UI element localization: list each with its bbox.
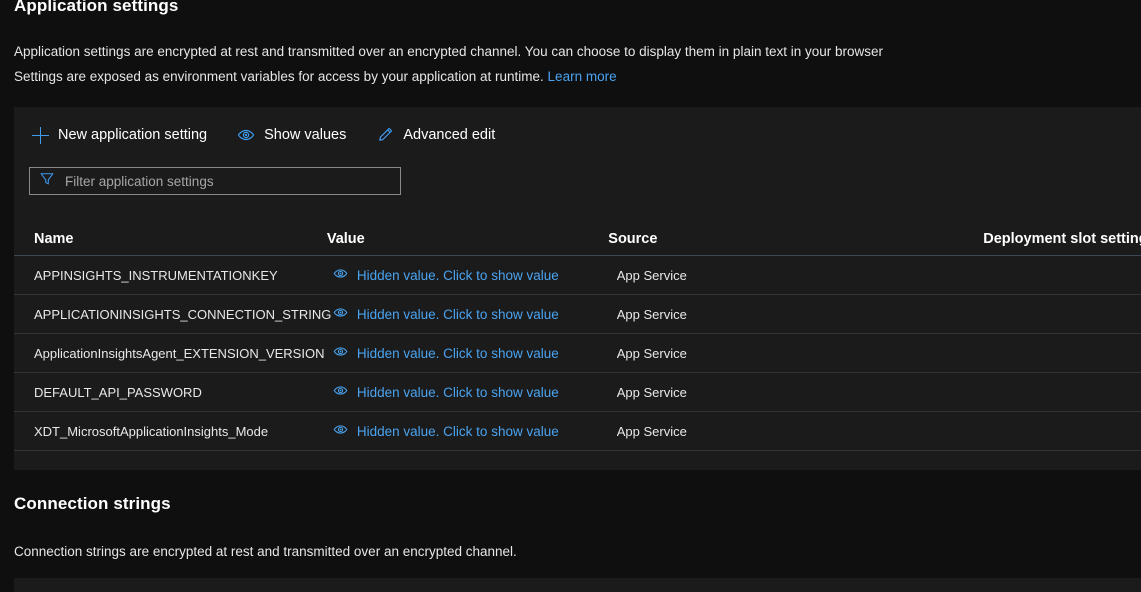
table-body: APPINSIGHTS_INSTRUMENTATIONKEY Hidden val… (14, 256, 1141, 451)
eye-icon (333, 383, 348, 401)
learn-more-link[interactable]: Learn more (548, 69, 617, 84)
eye-icon (333, 266, 348, 284)
description-line-1: Application settings are encrypted at re… (14, 44, 884, 59)
setting-source: App Service (616, 306, 687, 322)
hidden-value-toggle[interactable]: Hidden value. Click to show value (333, 344, 559, 362)
hidden-value-label: Hidden value. Click to show value (356, 384, 559, 400)
setting-value-cell: Hidden value. Click to show value (333, 344, 617, 362)
advanced-edit-button[interactable]: Advanced edit (374, 123, 497, 147)
table-row[interactable]: DEFAULT_API_PASSWORD Hidden value. Click … (14, 373, 1141, 412)
eye-icon (237, 126, 255, 144)
hidden-value-toggle[interactable]: Hidden value. Click to show value (333, 422, 559, 440)
eye-icon (333, 422, 348, 440)
eye-icon (333, 305, 348, 323)
setting-name: APPINSIGHTS_INSTRUMENTATIONKEY (34, 267, 278, 283)
table-row[interactable]: APPLICATIONINSIGHTS_CONNECTION_STRING Hid… (14, 295, 1141, 334)
application-settings-panel: New application setting Show values Adva… (14, 107, 1141, 470)
column-header-value[interactable]: Value (327, 231, 608, 247)
setting-name: ApplicationInsightsAgent_EXTENSION_VERSI… (34, 345, 325, 361)
table-row[interactable]: XDT_MicrosoftApplicationInsights_Mode Hid… (14, 412, 1141, 451)
application-settings-page: Application settings Application setting… (0, 0, 1141, 592)
hidden-value-toggle[interactable]: Hidden value. Click to show value (333, 266, 559, 284)
filter-application-settings-input[interactable]: Filter application settings (29, 167, 401, 195)
setting-name: DEFAULT_API_PASSWORD (34, 384, 202, 400)
hidden-value-toggle[interactable]: Hidden value. Click to show value (333, 305, 559, 323)
hidden-value-toggle[interactable]: Hidden value. Click to show value (333, 383, 559, 401)
connection-strings-title: Connection strings (14, 494, 171, 513)
setting-source: App Service (616, 267, 687, 283)
setting-value-cell: Hidden value. Click to show value (333, 266, 617, 284)
eye-icon (333, 344, 348, 362)
hidden-value-label: Hidden value. Click to show value (356, 267, 559, 283)
table-row[interactable]: ApplicationInsightsAgent_EXTENSION_VERSI… (14, 334, 1141, 373)
setting-name: XDT_MicrosoftApplicationInsights_Mode (34, 423, 269, 439)
show-values-button[interactable]: Show values (235, 123, 348, 147)
setting-source: App Service (616, 345, 687, 361)
hidden-value-label: Hidden value. Click to show value (356, 306, 559, 322)
connection-strings-description: Connection strings are encrypted at rest… (14, 544, 517, 559)
description-line-2-text: Settings are exposed as environment vari… (14, 69, 544, 84)
plus-icon (31, 126, 49, 144)
column-header-deployment-slot-setting[interactable]: Deployment slot setting (859, 231, 1141, 247)
description-line-2: Settings are exposed as environment vari… (14, 64, 883, 89)
setting-value-cell: Hidden value. Click to show value (333, 422, 617, 440)
filter-placeholder: Filter application settings (65, 173, 214, 189)
funnel-icon (39, 171, 55, 192)
table-header-row: Name Value Source Deployment slot settin… (14, 211, 1141, 256)
setting-name: APPLICATIONINSIGHTS_CONNECTION_STRING (34, 306, 332, 322)
setting-source: App Service (616, 384, 687, 400)
new-application-setting-button[interactable]: New application setting (29, 123, 209, 147)
table-row[interactable]: APPINSIGHTS_INSTRUMENTATIONKEY Hidden val… (14, 256, 1141, 295)
hidden-value-label: Hidden value. Click to show value (356, 345, 559, 361)
advanced-edit-label: Advanced edit (403, 127, 496, 143)
application-settings-table: Name Value Source Deployment slot settin… (14, 211, 1141, 451)
settings-toolbar: New application setting Show values Adva… (14, 107, 497, 163)
new-application-setting-label: New application setting (58, 127, 208, 143)
application-settings-description: Application settings are encrypted at re… (14, 39, 883, 89)
pencil-icon (376, 126, 394, 144)
column-header-name[interactable]: Name (30, 231, 327, 247)
setting-value-cell: Hidden value. Click to show value (333, 305, 617, 323)
connection-strings-panel (14, 578, 1141, 592)
column-header-source[interactable]: Source (608, 231, 859, 247)
setting-source: App Service (616, 423, 687, 439)
page-title: Application settings (14, 0, 179, 15)
show-values-label: Show values (264, 127, 347, 143)
setting-value-cell: Hidden value. Click to show value (333, 383, 617, 401)
hidden-value-label: Hidden value. Click to show value (356, 423, 559, 439)
